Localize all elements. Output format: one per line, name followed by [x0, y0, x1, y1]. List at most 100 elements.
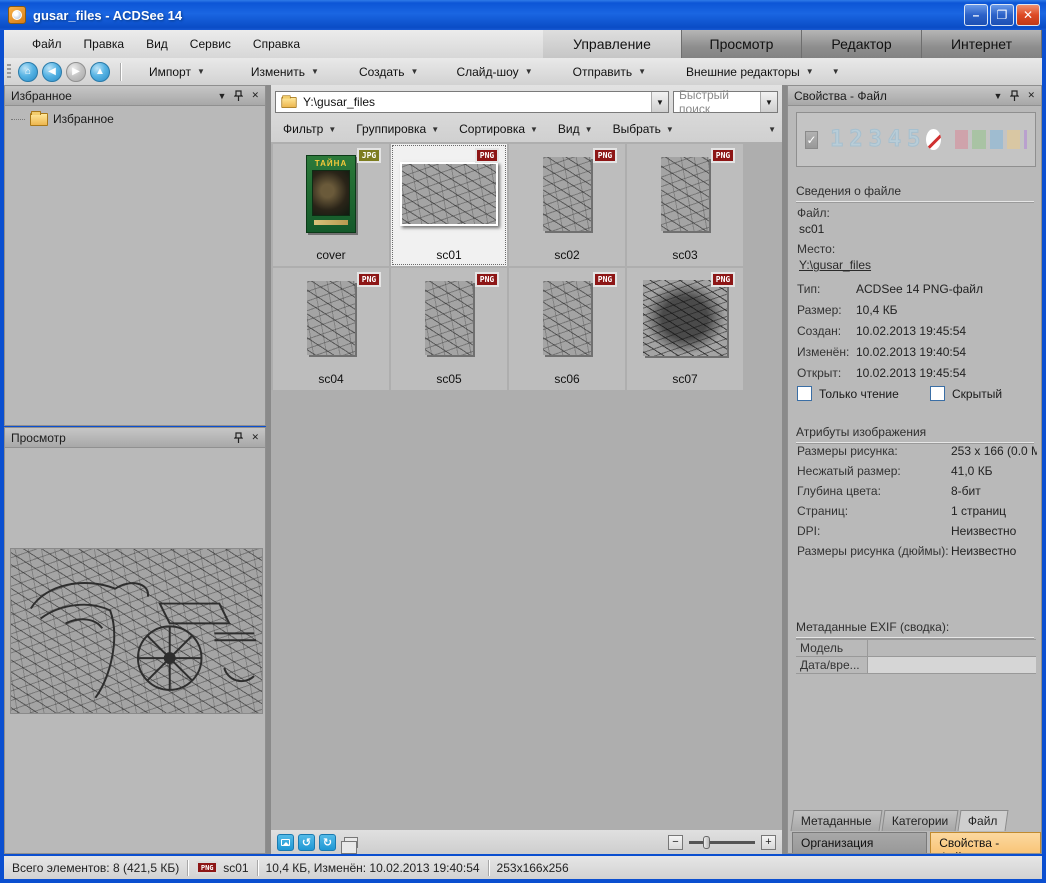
maximize-button[interactable]: ❐: [990, 4, 1014, 26]
tab-manage[interactable]: Управление: [543, 30, 682, 58]
color-label-blue[interactable]: [990, 130, 1003, 149]
rotate-right-button[interactable]: ↻: [319, 834, 336, 851]
pages-value: 1 страниц: [951, 504, 1006, 518]
toolbar-overflow-button[interactable]: ▼: [826, 63, 846, 80]
menu-file[interactable]: Файл: [22, 33, 72, 55]
external-editors-button[interactable]: Внешние редакторы▼: [674, 61, 826, 83]
tab-internet[interactable]: Интернет: [922, 30, 1042, 58]
discard-image-button[interactable]: [277, 834, 294, 851]
menu-tools[interactable]: Сервис: [180, 33, 241, 55]
file-info-section-header: Сведения о файле: [796, 182, 1034, 202]
address-text[interactable]: Y:\gusar_files: [298, 95, 651, 109]
file-tile-sc07[interactable]: PNG sc07: [627, 268, 743, 390]
rating-3-button[interactable]: 3: [869, 127, 884, 152]
color-label-green[interactable]: [972, 130, 985, 149]
file-tile-sc04[interactable]: PNG sc04: [273, 268, 389, 390]
hidden-checkbox[interactable]: [930, 386, 945, 401]
tab-editor[interactable]: Редактор: [802, 30, 922, 58]
toolbar-grip[interactable]: [7, 64, 11, 80]
file-tile-sc06[interactable]: PNG sc06: [509, 268, 625, 390]
quick-search-dropdown-button[interactable]: ▼: [760, 92, 777, 112]
readonly-checkbox-row: Только чтение: [797, 386, 899, 401]
tagged-checkbox[interactable]: ✓: [805, 131, 818, 149]
select-button[interactable]: Выбрать▼: [605, 119, 682, 139]
properties-bottom-buttons: Организация данных Свойства - Файл: [792, 832, 1041, 854]
thumbnail-cover: ТАЙНА: [306, 155, 356, 233]
menu-edit[interactable]: Правка: [74, 33, 135, 55]
chevron-down-icon[interactable]: ▼: [994, 91, 1003, 101]
file-tile-cover[interactable]: JPG ТАЙНА cover: [273, 144, 389, 266]
edit-button[interactable]: Изменить▼: [239, 61, 331, 83]
close-button[interactable]: ✕: [1016, 4, 1040, 26]
arrow-up-icon: ▲: [95, 66, 105, 77]
rating-4-button[interactable]: 4: [888, 127, 903, 152]
no-rating-icon[interactable]: [926, 129, 941, 150]
zoom-out-button[interactable]: −: [668, 835, 683, 850]
readonly-checkbox[interactable]: [797, 386, 812, 401]
select-label: Выбрать: [613, 122, 661, 136]
rating-2-button[interactable]: 2: [849, 127, 864, 152]
tree-guide-line: [11, 119, 25, 120]
import-button[interactable]: Импорт▼: [137, 61, 217, 83]
address-bar[interactable]: Y:\gusar_files ▼: [275, 91, 669, 113]
file-name: sc02: [554, 244, 579, 266]
color-label-red[interactable]: [955, 130, 968, 149]
exif-row-datetime[interactable]: Дата/вре...: [796, 657, 1036, 674]
view-button[interactable]: Вид▼: [550, 119, 601, 139]
favorites-tree-item[interactable]: Избранное: [5, 106, 265, 126]
rating-5-button[interactable]: 5: [907, 127, 922, 152]
exif-row-model[interactable]: Модель: [796, 640, 1036, 657]
file-tile-sc02[interactable]: PNG sc02: [509, 144, 625, 266]
close-icon[interactable]: ✕: [251, 90, 259, 101]
compare-windows-icon[interactable]: [344, 837, 358, 848]
close-icon[interactable]: ✕: [1027, 90, 1035, 101]
preview-panel-title: Просмотр: [11, 431, 66, 445]
rating-1-button[interactable]: 1: [830, 127, 845, 152]
dims-value: 253 x 166 (0.0 М: [951, 444, 1037, 458]
zoom-slider-track[interactable]: [689, 841, 755, 844]
pin-icon[interactable]: [234, 90, 243, 101]
forward-button[interactable]: ▶: [66, 62, 86, 82]
chevron-down-icon[interactable]: ▼: [218, 91, 227, 101]
close-icon[interactable]: ✕: [251, 432, 259, 443]
color-label-tan[interactable]: [1007, 130, 1020, 149]
back-button[interactable]: ◀: [42, 62, 62, 82]
up-button[interactable]: ▲: [90, 62, 110, 82]
minimize-button[interactable]: –: [964, 4, 988, 26]
sorting-button[interactable]: Сортировка▼: [451, 119, 546, 139]
color-label-purple[interactable]: [1024, 130, 1027, 149]
tab-file[interactable]: Файл: [958, 810, 1008, 831]
file-tile-sc05[interactable]: PNG sc05: [391, 268, 507, 390]
zoom-slider-thumb[interactable]: [703, 836, 710, 849]
filterbar-overflow-button[interactable]: ▼: [768, 125, 782, 134]
address-dropdown-button[interactable]: ▼: [651, 92, 668, 112]
properties-bottom-tabs: Метаданные Категории Файл: [792, 810, 1007, 831]
send-button[interactable]: Отправить▼: [561, 61, 658, 83]
quick-search-box[interactable]: Быстрый поиск ▼: [673, 91, 778, 113]
format-badge: PNG: [593, 272, 617, 287]
tab-categories[interactable]: Категории: [881, 810, 958, 831]
slideshow-button[interactable]: Слайд-шоу▼: [444, 61, 544, 83]
preview-image[interactable]: [10, 548, 263, 714]
home-button[interactable]: ⌂: [18, 62, 38, 82]
rotate-left-button[interactable]: ↺: [298, 834, 315, 851]
menu-help[interactable]: Справка: [243, 33, 310, 55]
tab-metadata[interactable]: Метаданные: [791, 810, 883, 831]
file-tile-sc01[interactable]: PNG sc01: [391, 144, 507, 266]
tab-view[interactable]: Просмотр: [682, 30, 802, 58]
pin-icon[interactable]: [1010, 90, 1019, 101]
tab-metadata-label: Метаданные: [801, 814, 872, 828]
thumbnail-sc06: [543, 281, 591, 355]
place-link[interactable]: Y:\gusar_files: [799, 258, 871, 272]
zoom-in-button[interactable]: +: [761, 835, 776, 850]
menu-view[interactable]: Вид: [136, 33, 178, 55]
pin-icon[interactable]: [234, 432, 243, 443]
grouping-button[interactable]: Группировка▼: [348, 119, 447, 139]
create-button[interactable]: Создать▼: [347, 61, 431, 83]
organize-data-button[interactable]: Организация данных: [792, 832, 927, 854]
chevron-down-icon: ▼: [806, 67, 814, 76]
file-tile-sc03[interactable]: PNG sc03: [627, 144, 743, 266]
properties-file-button[interactable]: Свойства - Файл: [930, 832, 1041, 854]
cover-art: [312, 170, 350, 216]
filter-button[interactable]: Фильтр▼: [275, 119, 344, 139]
